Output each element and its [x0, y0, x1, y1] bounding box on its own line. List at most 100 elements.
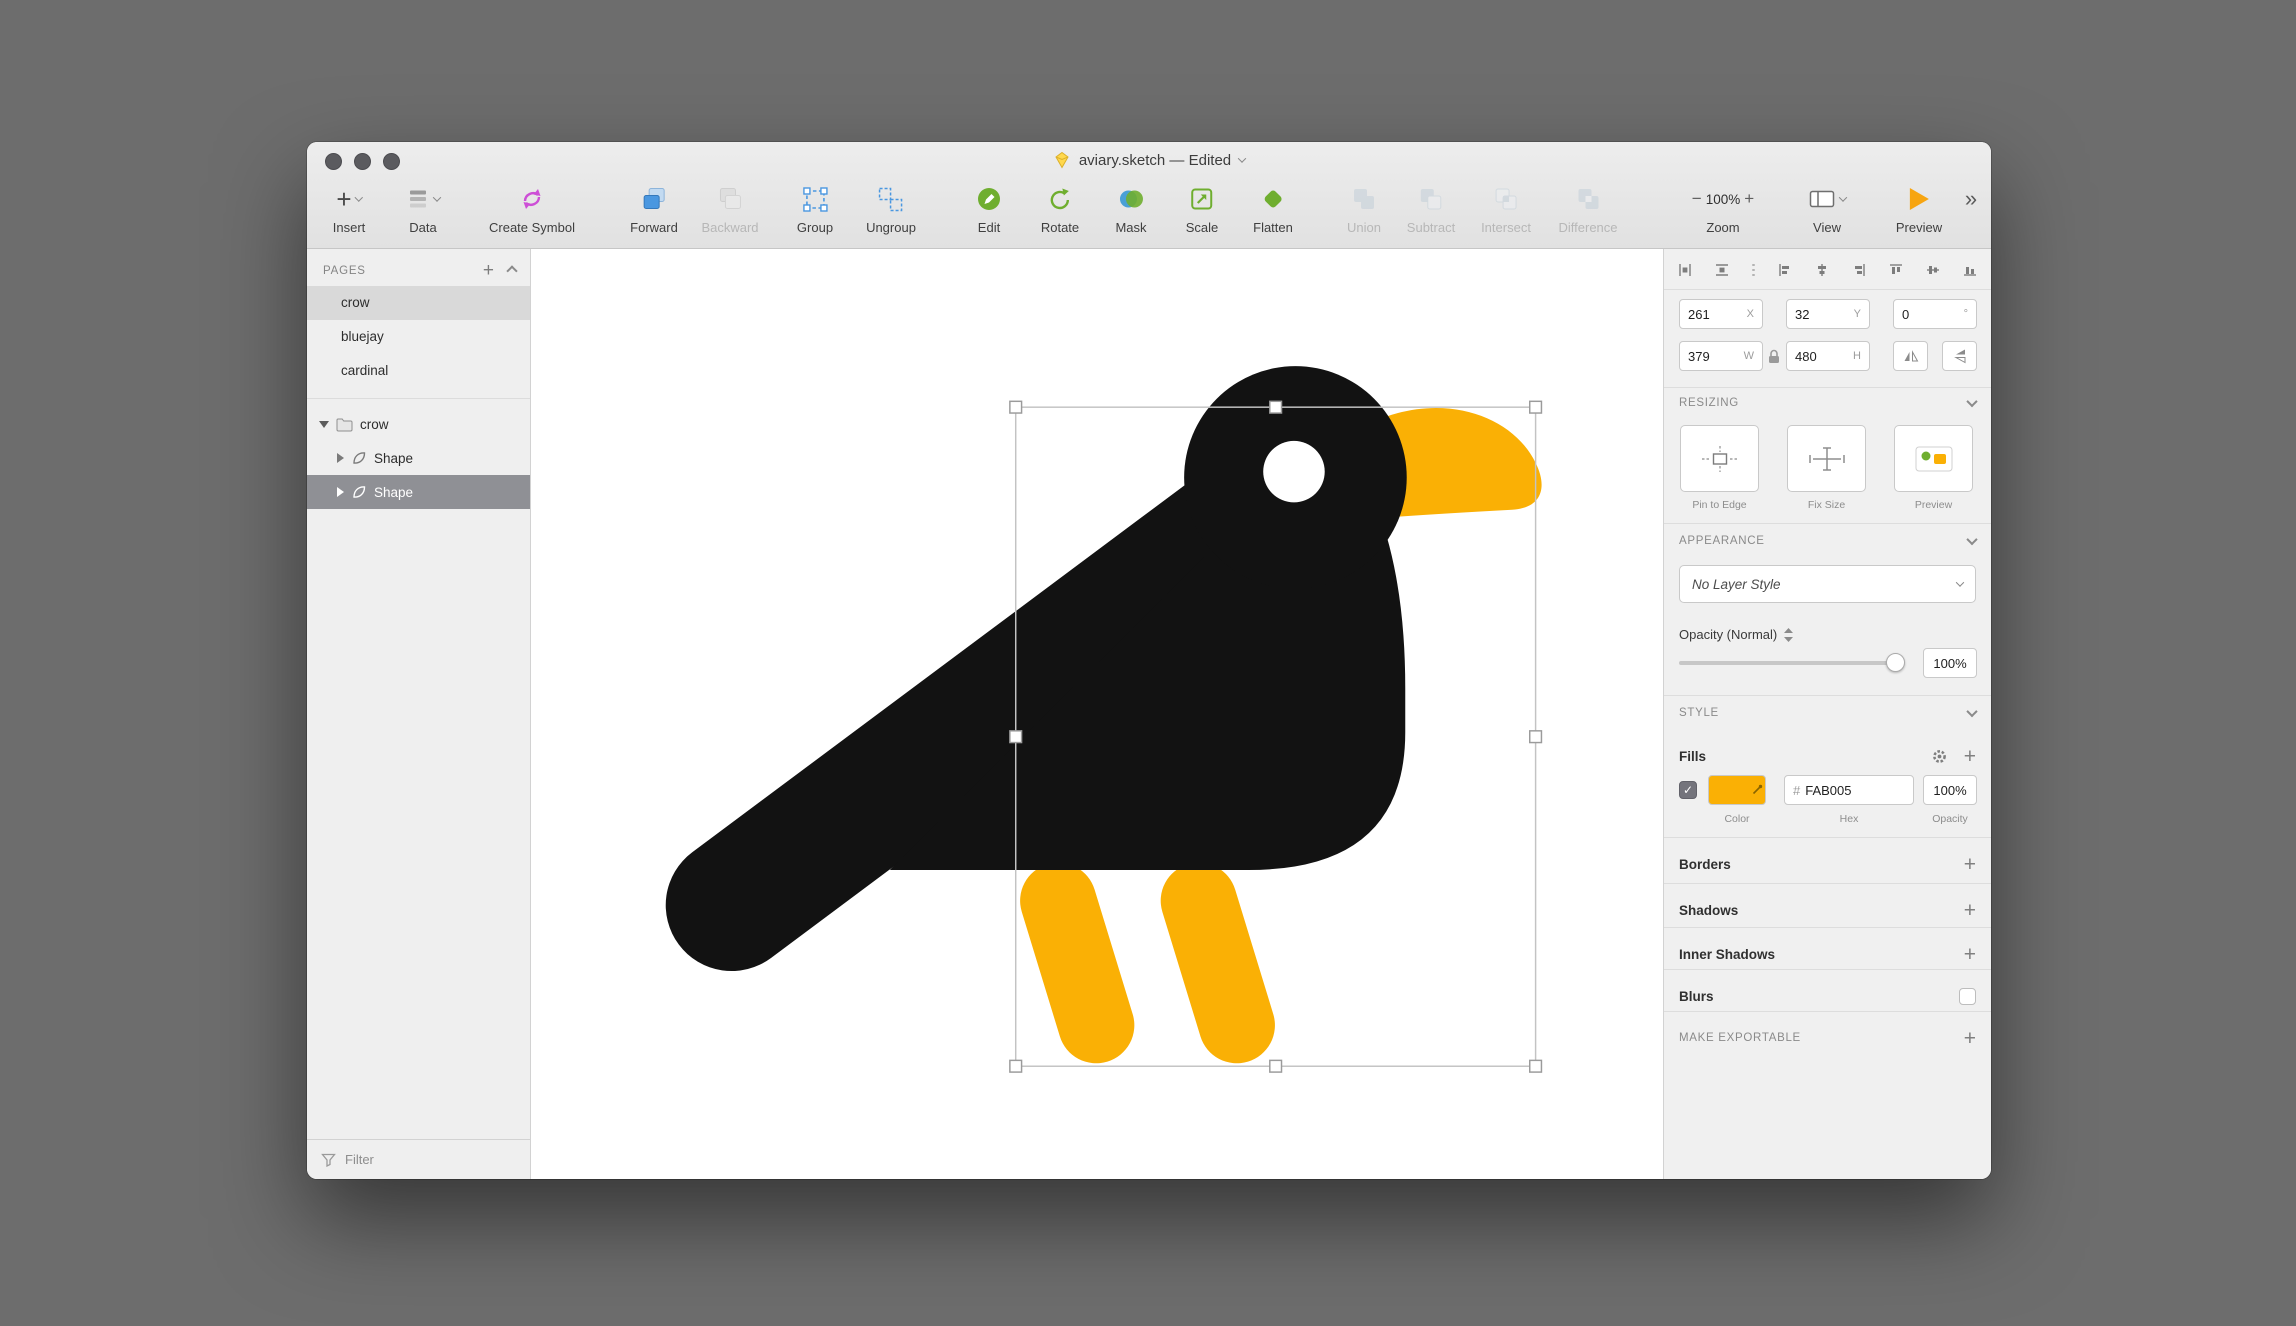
- height-field[interactable]: 480 H: [1786, 341, 1870, 371]
- toolbar-overflow-button[interactable]: »: [1965, 180, 1977, 218]
- align-bottom-icon[interactable]: [1963, 263, 1977, 277]
- disclosure-down-icon[interactable]: [319, 420, 329, 428]
- fix-size-option[interactable]: [1787, 425, 1866, 492]
- edit-icon: [976, 180, 1002, 218]
- blurs-checkbox[interactable]: [1959, 987, 1976, 1005]
- edit-button[interactable]: Edit: [976, 180, 1002, 235]
- selection-handle[interactable]: [1529, 730, 1543, 744]
- add-page-button[interactable]: +: [483, 261, 494, 280]
- layer-item-shape-2-selected[interactable]: Shape: [307, 475, 530, 509]
- collapse-pages-icon[interactable]: [506, 264, 518, 277]
- add-fill-button[interactable]: +: [1964, 746, 1976, 767]
- zoom-out-button[interactable]: −: [1692, 189, 1702, 209]
- fill-opacity-field[interactable]: 100%: [1923, 775, 1977, 805]
- check-icon: ✓: [1682, 783, 1694, 797]
- layer-item-artboard-crow[interactable]: crow: [307, 407, 530, 441]
- scale-button[interactable]: Scale: [1185, 180, 1219, 235]
- selection-handle[interactable]: [1009, 400, 1023, 414]
- y-position-field[interactable]: 32 Y: [1786, 299, 1870, 329]
- page-item-crow[interactable]: crow: [307, 286, 530, 320]
- align-middle-vertical-icon[interactable]: [1926, 263, 1940, 277]
- view-button[interactable]: View: [1808, 180, 1848, 235]
- flatten-button[interactable]: Flatten: [1253, 180, 1293, 235]
- shape-icon: [353, 452, 366, 464]
- crow-leg-left[interactable]: [1020, 862, 1135, 1064]
- ungroup-button[interactable]: Ungroup: [866, 180, 916, 235]
- divider: [1664, 969, 1991, 970]
- layer-style-dropdown[interactable]: No Layer Style: [1679, 565, 1976, 603]
- crow-leg-right[interactable]: [1160, 862, 1275, 1064]
- rotate-icon: [1047, 180, 1073, 218]
- flatten-label: Flatten: [1253, 220, 1293, 235]
- flip-horizontal-button[interactable]: [1893, 341, 1928, 371]
- x-position-field[interactable]: 261 X: [1679, 299, 1763, 329]
- toolbar: + Insert Data Create Symbol Forward Back…: [307, 178, 1991, 248]
- width-field[interactable]: 379 W: [1679, 341, 1763, 371]
- selection-handle[interactable]: [1269, 1059, 1283, 1073]
- disclosure-right-icon[interactable]: [337, 453, 344, 463]
- zoom-in-button[interactable]: +: [1744, 189, 1754, 209]
- create-symbol-button[interactable]: Create Symbol: [489, 180, 575, 235]
- add-border-button[interactable]: +: [1964, 854, 1976, 875]
- resizing-preview-icon: [1915, 446, 1952, 471]
- crow-eye[interactable]: [1263, 440, 1325, 503]
- align-left-icon[interactable]: [1778, 263, 1792, 277]
- distribute-vertically-icon[interactable]: [1715, 263, 1729, 277]
- scale-label: Scale: [1185, 220, 1219, 235]
- data-button[interactable]: Data: [406, 180, 442, 235]
- page-name: bluejay: [341, 329, 384, 344]
- align-center-horizontal-icon[interactable]: [1815, 263, 1829, 277]
- selection-handle[interactable]: [1529, 400, 1543, 414]
- align-top-icon[interactable]: [1889, 263, 1903, 277]
- disclosure-right-icon[interactable]: [337, 487, 344, 497]
- rotate-button[interactable]: Rotate: [1041, 180, 1079, 235]
- appearance-section-header: APPEARANCE: [1679, 533, 1978, 547]
- title-chevron-icon[interactable]: [1237, 154, 1247, 163]
- selection-handle[interactable]: [1009, 1059, 1023, 1073]
- collapse-appearance-icon[interactable]: [1966, 533, 1978, 546]
- fill-enabled-checkbox[interactable]: ✓: [1679, 781, 1697, 799]
- distribute-horizontally-icon[interactable]: [1678, 263, 1692, 277]
- artboard-canvas[interactable]: [531, 249, 1663, 1179]
- lock-ratio-icon[interactable]: [1766, 348, 1782, 365]
- flip-vertical-button[interactable]: [1942, 341, 1977, 371]
- close-button[interactable]: [325, 153, 342, 170]
- opacity-blend-control[interactable]: Opacity (Normal): [1679, 627, 1794, 642]
- collapse-style-icon[interactable]: [1966, 705, 1978, 718]
- fill-hex-field[interactable]: # FAB005: [1784, 775, 1914, 805]
- fill-color-swatch[interactable]: [1708, 775, 1766, 805]
- inspector-panel: 261 X 32 Y 0 ° 379 W 480 H RESIZING Pin …: [1663, 249, 1991, 1179]
- opacity-value-field[interactable]: 100%: [1923, 648, 1977, 678]
- pin-to-edge-option[interactable]: [1680, 425, 1759, 492]
- collapse-resizing-icon[interactable]: [1966, 395, 1978, 408]
- selection-handle[interactable]: [1009, 730, 1023, 744]
- layer-item-shape-1[interactable]: Shape: [307, 441, 530, 475]
- fill-settings-button[interactable]: [1931, 748, 1948, 765]
- opacity-slider[interactable]: [1679, 661, 1897, 665]
- intersect-button: Intersect: [1481, 180, 1531, 235]
- fullscreen-button[interactable]: [383, 153, 400, 170]
- preview-button[interactable]: Preview: [1896, 180, 1942, 235]
- forward-button[interactable]: Forward: [630, 180, 678, 235]
- forward-label: Forward: [630, 220, 678, 235]
- subtract-icon: [1418, 180, 1444, 218]
- add-shadow-button[interactable]: +: [1964, 900, 1976, 921]
- selection-handle[interactable]: [1269, 400, 1283, 414]
- resizing-preview-option[interactable]: [1894, 425, 1973, 492]
- opacity-slider-knob[interactable]: [1886, 653, 1905, 672]
- selection-handle[interactable]: [1529, 1059, 1543, 1073]
- artboard-folder-icon: [336, 418, 353, 431]
- group-button[interactable]: Group: [797, 180, 833, 235]
- filter-input[interactable]: Filter: [345, 1152, 374, 1167]
- page-item-cardinal[interactable]: cardinal: [307, 354, 530, 388]
- overflow-icon: »: [1964, 186, 1978, 211]
- page-item-bluejay[interactable]: bluejay: [307, 320, 530, 354]
- mask-button[interactable]: Mask: [1115, 180, 1147, 235]
- add-export-button[interactable]: +: [1964, 1028, 1976, 1049]
- align-right-icon[interactable]: [1852, 263, 1866, 277]
- page-name: crow: [341, 295, 370, 310]
- add-inner-shadow-button[interactable]: +: [1964, 944, 1976, 965]
- insert-button[interactable]: + Insert: [333, 180, 366, 235]
- minimize-button[interactable]: [354, 153, 371, 170]
- rotation-field[interactable]: 0 °: [1893, 299, 1977, 329]
